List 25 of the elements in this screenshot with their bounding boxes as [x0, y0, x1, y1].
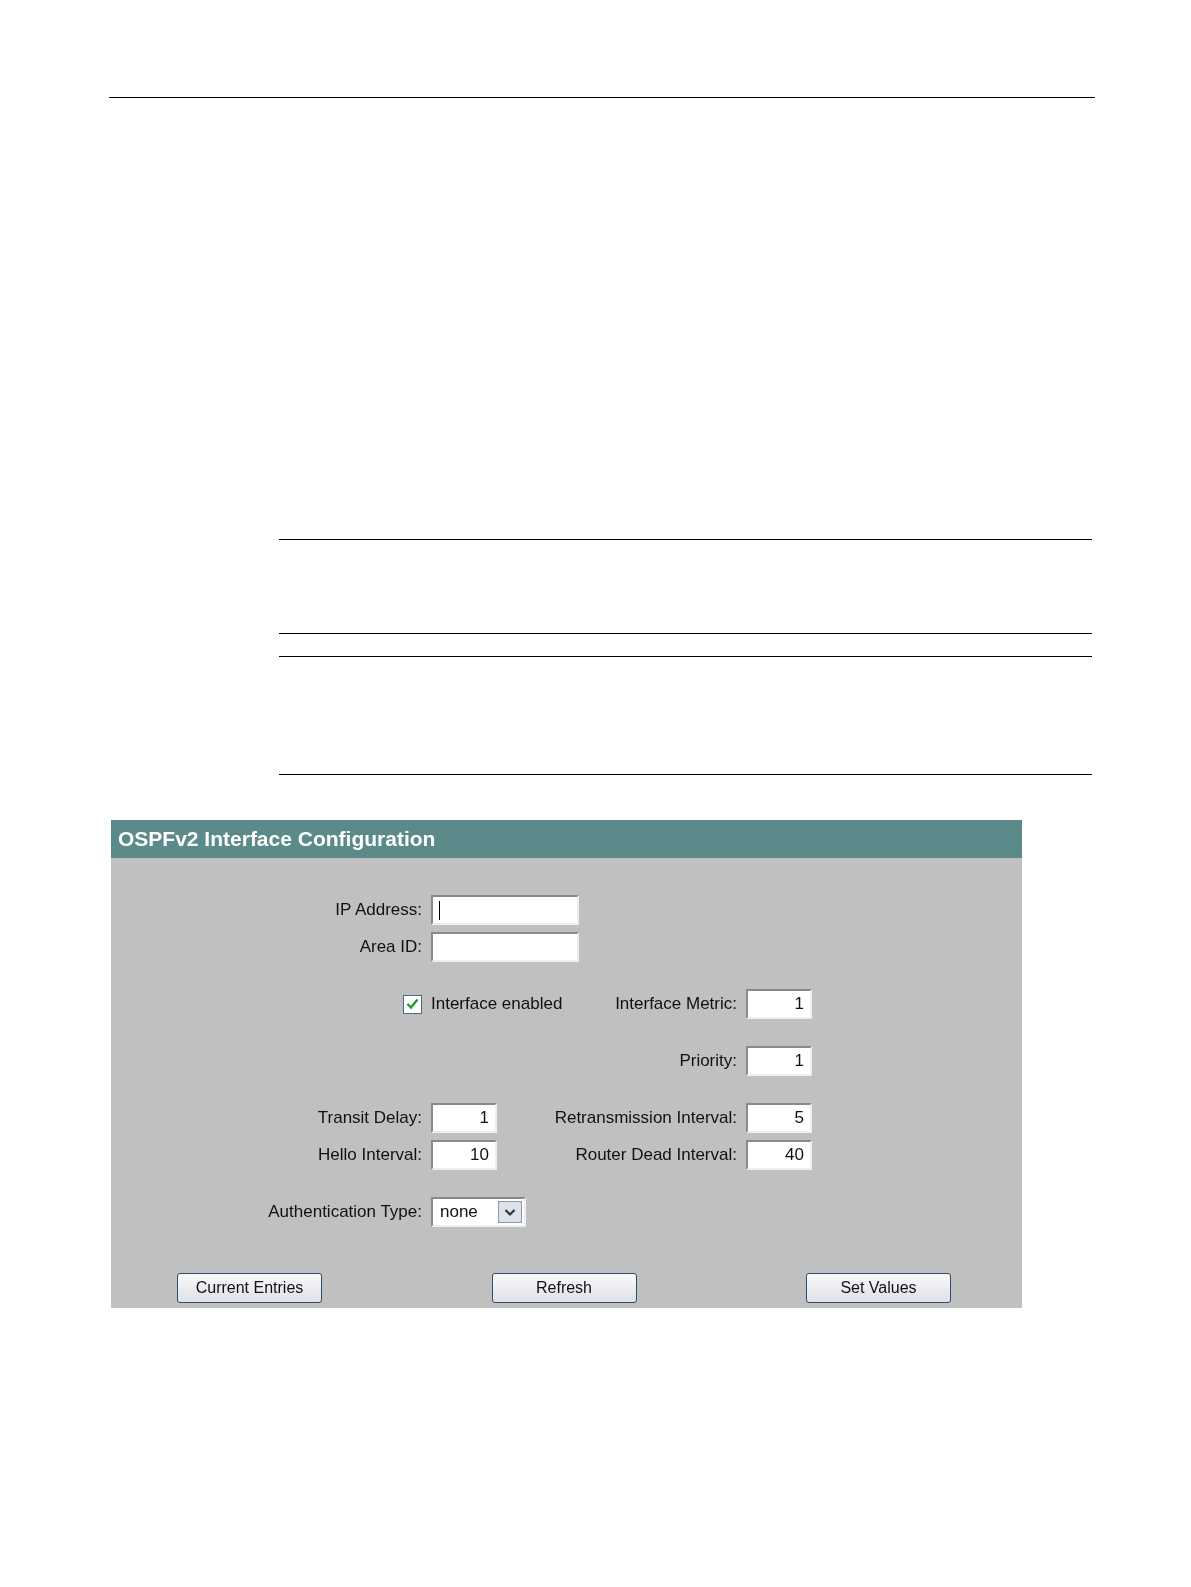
input-field[interactable]: 10 [431, 1140, 497, 1170]
input-field[interactable] [431, 932, 579, 962]
input-field[interactable]: 40 [746, 1140, 812, 1170]
checkbox[interactable] [403, 994, 422, 1014]
form-button[interactable]: Refresh [491, 1273, 637, 1303]
field-label: Authentication Type: [268, 1202, 422, 1222]
panel-title: OSPFv2 Interface Configuration [111, 820, 1022, 858]
field-label: Area ID: [359, 937, 422, 957]
form-button[interactable]: Current Entries [177, 1273, 322, 1303]
dropdown[interactable]: none [431, 1197, 526, 1227]
input-field[interactable]: 1 [431, 1103, 497, 1133]
field-label: Transit Delay: [317, 1108, 422, 1128]
field-label: Retransmission Interval: [554, 1108, 737, 1128]
checkbox-label: Interface enabled [431, 994, 563, 1014]
field-label: Hello Interval: [318, 1145, 422, 1165]
input-field[interactable] [431, 895, 579, 925]
field-label: Priority: [679, 1051, 737, 1071]
input-field[interactable]: 5 [746, 1103, 812, 1133]
form-button[interactable]: Set Values [806, 1273, 951, 1303]
field-label: Router Dead Interval: [575, 1145, 737, 1165]
field-label: Interface Metric: [615, 994, 737, 1014]
chevron-down-icon [498, 1201, 522, 1223]
input-field[interactable]: 1 [746, 989, 812, 1019]
input-field[interactable]: 1 [746, 1046, 812, 1076]
field-label: IP Address: [335, 900, 422, 920]
